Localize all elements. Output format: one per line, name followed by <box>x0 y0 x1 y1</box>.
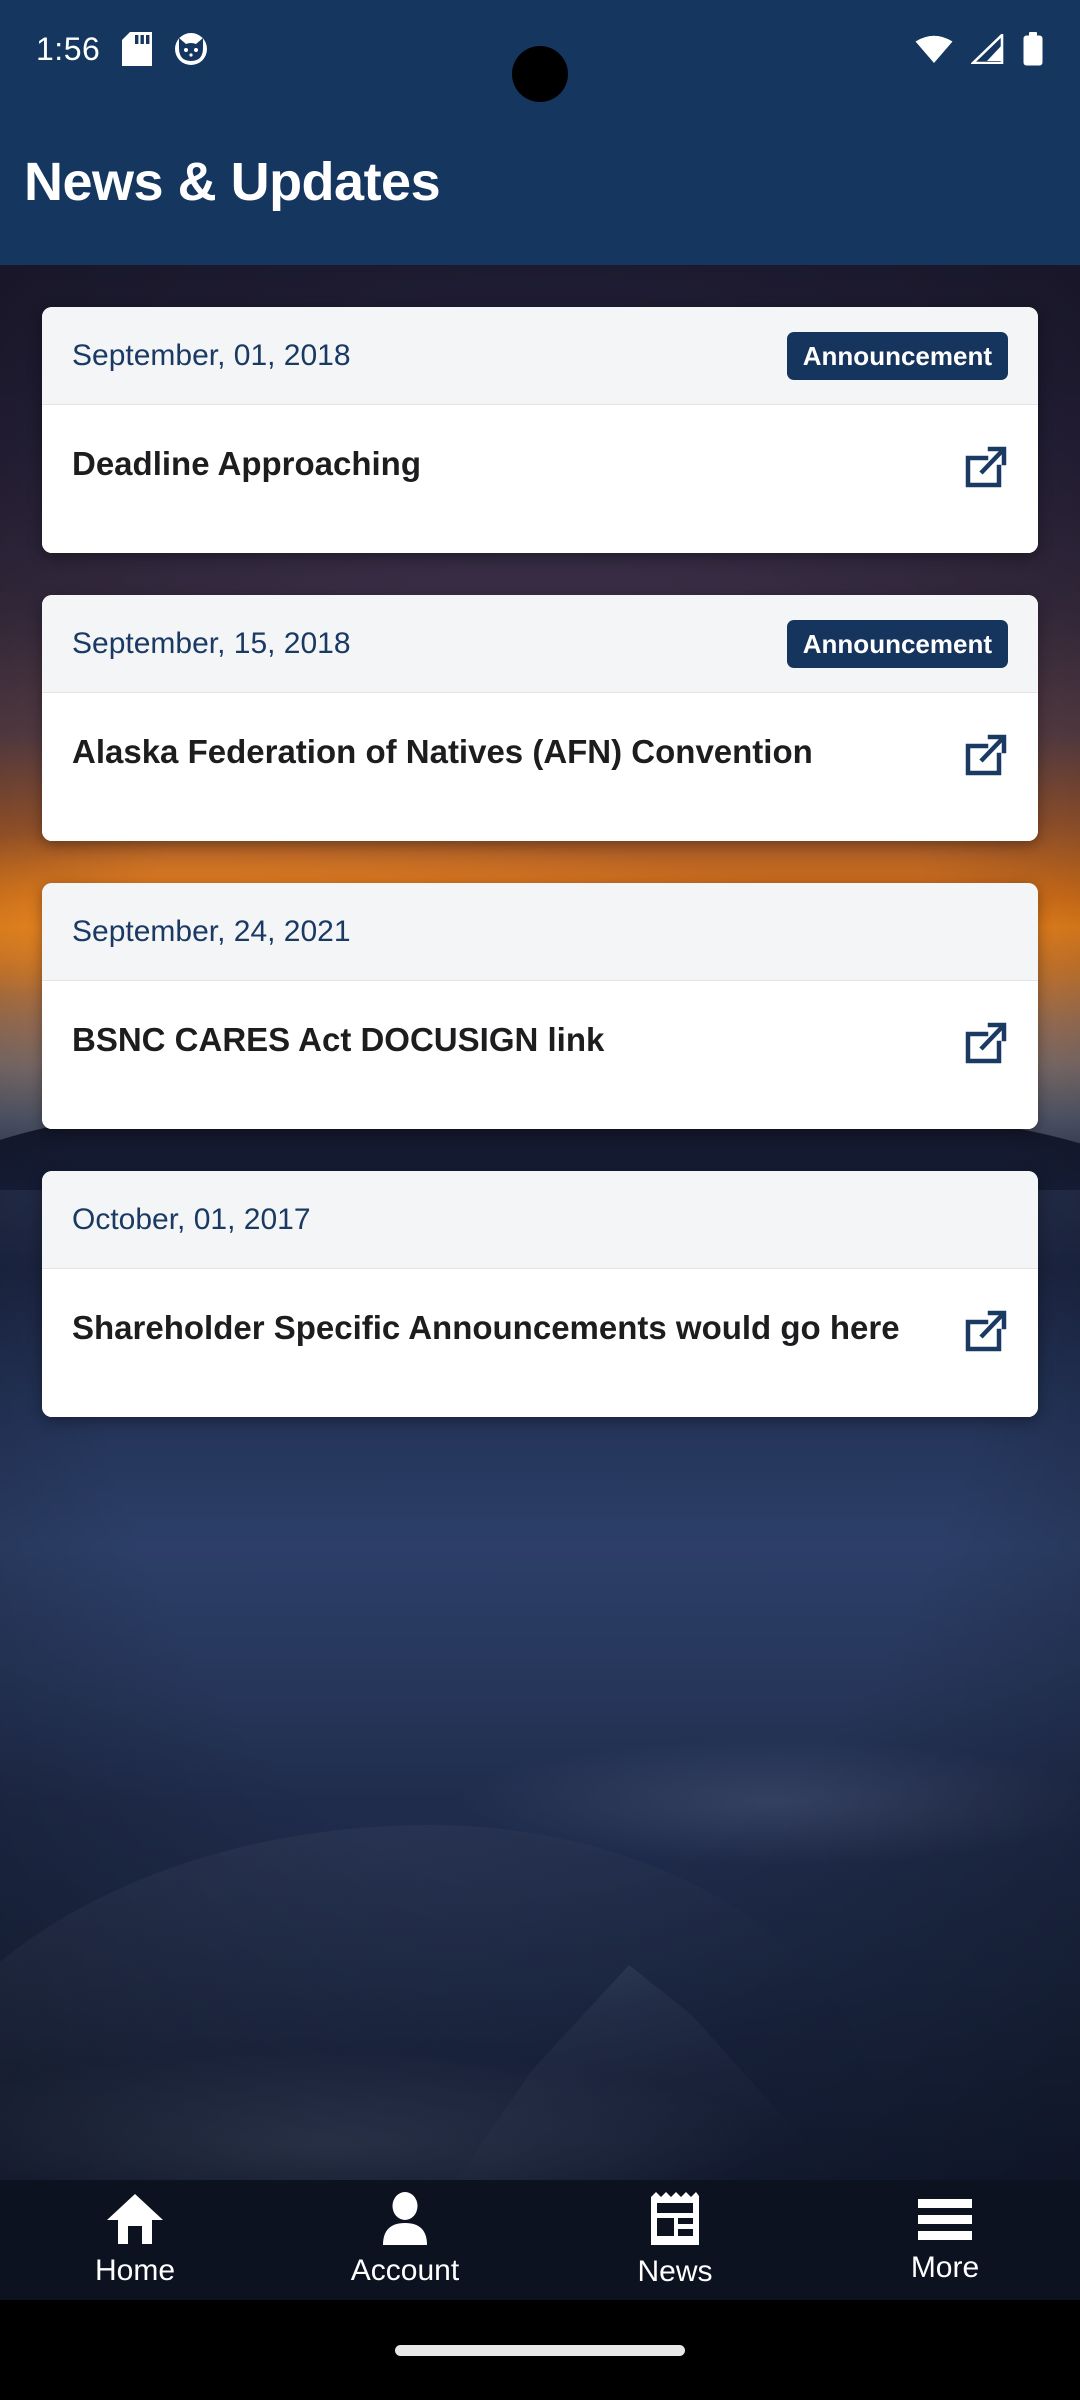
home-icon <box>106 2192 164 2246</box>
cellular-signal-icon <box>971 34 1004 64</box>
news-card-header: September, 01, 2018 Announcement <box>42 307 1038 405</box>
person-icon <box>381 2192 429 2246</box>
status-bar-right <box>915 32 1044 66</box>
news-list: September, 01, 2018 Announcement Deadlin… <box>0 265 1080 2180</box>
news-card[interactable]: October, 01, 2017 Shareholder Specific A… <box>42 1171 1038 1417</box>
external-link-icon[interactable] <box>964 445 1008 489</box>
nav-item-more[interactable]: More <box>810 2180 1080 2300</box>
news-card-body[interactable]: BSNC CARES Act DOCUSIGN link <box>42 981 1038 1129</box>
nav-item-home[interactable]: Home <box>0 2180 270 2300</box>
nav-item-news[interactable]: News <box>540 2180 810 2300</box>
news-card-body[interactable]: Shareholder Specific Announcements would… <box>42 1269 1038 1417</box>
news-card-title: BSNC CARES Act DOCUSIGN link <box>72 1021 605 1058</box>
nav-label: Account <box>350 2254 460 2287</box>
external-link-icon[interactable] <box>964 1021 1008 1065</box>
news-card-header: September, 24, 2021 <box>42 883 1038 981</box>
news-card-body[interactable]: Alaska Federation of Natives (AFN) Conve… <box>42 693 1038 841</box>
news-card[interactable]: September, 24, 2021 BSNC CARES Act DOCUS… <box>42 883 1038 1129</box>
news-card-header: October, 01, 2017 <box>42 1171 1038 1269</box>
nav-label: More <box>910 2251 980 2284</box>
phone-screen: 1:56 News & Updates September, 01, 2018 … <box>0 0 1080 2400</box>
news-card-date: September, 24, 2021 <box>72 914 351 948</box>
home-indicator[interactable] <box>395 2344 685 2356</box>
news-card[interactable]: September, 15, 2018 Announcement Alaska … <box>42 595 1038 841</box>
external-link-icon[interactable] <box>964 733 1008 777</box>
news-card-title: Deadline Approaching <box>72 445 421 482</box>
bottom-navigation-bar: Home Account News More <box>0 2180 1080 2300</box>
news-card-date: September, 01, 2018 <box>72 338 351 372</box>
news-card-date: September, 15, 2018 <box>72 626 351 660</box>
app-bar: News & Updates <box>0 98 1080 265</box>
battery-icon <box>1022 32 1044 66</box>
news-card[interactable]: September, 01, 2018 Announcement Deadlin… <box>42 307 1038 553</box>
status-badge: Announcement <box>786 619 1008 668</box>
sd-card-icon <box>122 32 153 66</box>
nav-label: Home <box>94 2254 176 2287</box>
news-card-title: Shareholder Specific Announcements would… <box>72 1309 900 1346</box>
cat-face-icon <box>174 32 208 66</box>
status-clock: 1:56 <box>36 30 101 67</box>
nav-item-account[interactable]: Account <box>270 2180 540 2300</box>
hamburger-menu-icon <box>916 2195 974 2243</box>
external-link-icon[interactable] <box>964 1309 1008 1353</box>
news-card-header: September, 15, 2018 Announcement <box>42 595 1038 693</box>
news-card-date: October, 01, 2017 <box>72 1202 311 1236</box>
wifi-icon <box>915 34 953 64</box>
status-badge: Announcement <box>786 331 1008 380</box>
newspaper-icon <box>649 2191 701 2247</box>
nav-label: News <box>637 2255 713 2288</box>
news-card-body[interactable]: Deadline Approaching <box>42 405 1038 553</box>
status-bar-left: 1:56 <box>36 31 208 68</box>
camera-cutout <box>512 46 568 102</box>
system-gesture-area <box>0 2300 1080 2400</box>
news-card-title: Alaska Federation of Natives (AFN) Conve… <box>72 733 813 770</box>
page-title: News & Updates <box>24 151 441 212</box>
